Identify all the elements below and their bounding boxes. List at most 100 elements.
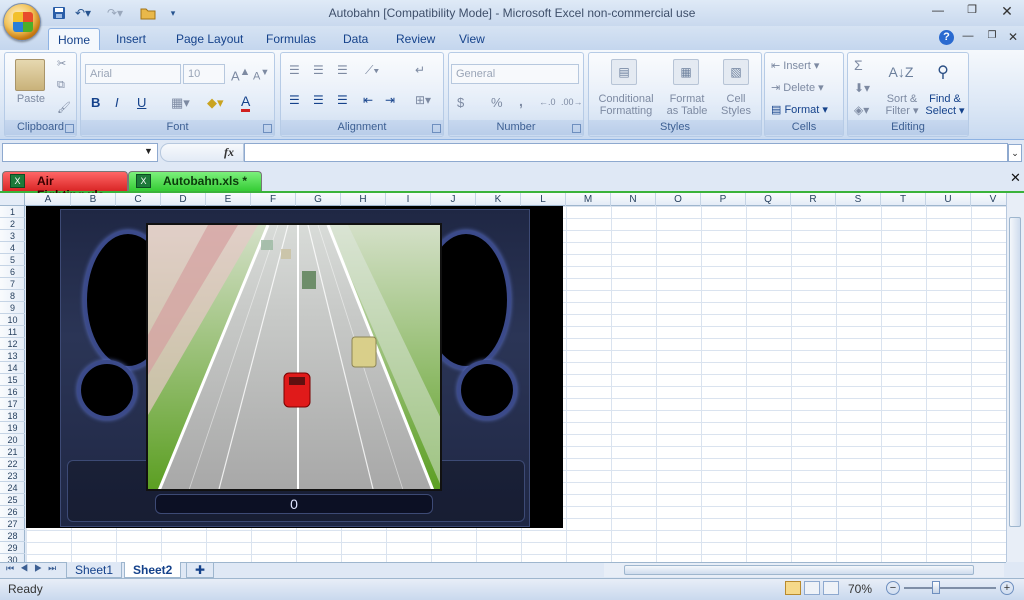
align-right-icon[interactable]: ☰ [337,93,348,107]
column-header[interactable]: L [521,193,566,206]
row-header[interactable]: 17 [0,398,25,410]
expand-formula-icon[interactable]: ⌄ [1008,144,1022,162]
zoom-in-icon[interactable]: + [1000,581,1014,595]
currency-button[interactable]: $ [457,95,464,110]
number-launcher-icon[interactable] [572,124,581,133]
sort-filter-icon[interactable]: A↓Z [888,59,914,85]
horizontal-scrollbar[interactable] [604,563,1004,577]
workbook-minimize-icon[interactable]: — [958,30,978,46]
column-header[interactable]: S [836,193,881,206]
sheet-nav-icons[interactable]: ⏮◀▶⏭ [6,563,62,574]
orientation-icon[interactable]: ⟋▾ [365,63,379,78]
column-header[interactable]: O [656,193,701,206]
number-format-select[interactable]: General [451,64,579,84]
vscroll-thumb[interactable] [1009,217,1021,527]
clipboard-launcher-icon[interactable] [65,124,74,133]
row-header[interactable]: 16 [0,386,25,398]
page-layout-view-icon[interactable] [804,581,820,595]
name-box-dropdown-icon[interactable]: ▼ [144,146,153,156]
row-header[interactable]: 19 [0,422,25,434]
zoom-slider-thumb[interactable] [932,581,940,594]
bold-button[interactable]: B [91,95,100,110]
workbook-restore-icon[interactable]: ❐ [982,30,1002,46]
copy-icon[interactable]: ⧉ [57,79,65,92]
name-box[interactable] [2,143,158,162]
tab-formulas[interactable]: Formulas [256,28,326,50]
row-header[interactable]: 14 [0,362,25,374]
select-all-corner[interactable] [0,193,25,206]
conditional-formatting-button[interactable]: Conditional Formatting [591,93,661,117]
column-header[interactable]: I [386,193,431,206]
sheet-tab-sheet2[interactable]: Sheet2 [124,562,182,578]
font-name-select[interactable]: Arial [85,64,181,84]
insert-function-button[interactable]: fx [224,145,234,160]
tab-insert[interactable]: Insert [106,28,156,50]
shrink-font-icon[interactable]: A▼ [253,67,269,83]
row-header[interactable]: 21 [0,446,25,458]
zoom-level[interactable]: 70% [848,582,872,596]
align-left-icon[interactable]: ☰ [289,93,300,107]
column-header[interactable]: G [296,193,341,206]
game-canvas[interactable]: 0 [26,206,563,528]
find-select-button[interactable]: Find & Select ▾ [924,93,966,117]
insert-sheet-icon[interactable]: ✚ [186,562,215,578]
close-workbook-tab-icon[interactable]: ✕ [1010,170,1021,186]
row-header[interactable]: 5 [0,254,25,266]
merge-center-icon[interactable]: ⊞▾ [415,93,431,107]
zoom-slider-track[interactable] [904,587,996,589]
column-header[interactable]: M [566,193,611,206]
tab-page-layout[interactable]: Page Layout [166,28,253,50]
row-header[interactable]: 22 [0,458,25,470]
column-header[interactable]: R [791,193,836,206]
comma-button[interactable]: , [519,93,523,109]
format-cells-button[interactable]: ▤ Format ▾ [771,103,841,116]
row-header[interactable]: 6 [0,266,25,278]
sort-filter-button[interactable]: Sort & Filter ▾ [882,93,922,117]
align-bottom-icon[interactable]: ☰ [337,63,348,77]
close-icon[interactable]: ✕ [997,3,1017,19]
increase-indent-icon[interactable]: ⇥ [385,93,395,107]
row-header[interactable]: 8 [0,290,25,302]
wrap-text-icon[interactable]: ↵ [415,63,425,77]
column-header[interactable]: A [26,193,71,206]
delete-cells-button[interactable]: ⇥ Delete ▾ [771,81,841,94]
insert-cells-button[interactable]: ⇤ Insert ▾ [771,59,841,72]
row-header[interactable]: 2 [0,218,25,230]
cut-icon[interactable]: ✂ [57,57,66,70]
sheet-tab-sheet1[interactable]: Sheet1 [66,562,123,578]
restore-icon[interactable]: ❐ [962,3,982,19]
align-middle-icon[interactable]: ☰ [313,63,324,77]
increase-decimal-icon[interactable]: ←.0 [539,97,556,107]
zoom-out-icon[interactable]: − [886,581,900,595]
normal-view-icon[interactable] [785,581,801,595]
row-header[interactable]: 11 [0,326,25,338]
workbook-close-icon[interactable]: ✕ [1003,30,1023,46]
binoculars-icon[interactable]: ⚲ [930,59,956,85]
paste-icon[interactable] [15,59,45,91]
fill-icon[interactable]: ⬇▾ [854,81,870,95]
cell-styles-button[interactable]: Cell Styles [715,93,757,117]
tab-data[interactable]: Data [333,28,378,50]
autosum-button[interactable]: Σ [854,57,863,73]
underline-button[interactable]: U [137,95,146,110]
row-header[interactable]: 29 [0,542,25,554]
column-header[interactable]: J [431,193,476,206]
percent-button[interactable]: % [491,95,503,110]
row-header[interactable]: 20 [0,434,25,446]
row-header[interactable]: 27 [0,518,25,530]
font-color-icon[interactable]: A [241,93,251,112]
row-header[interactable]: 23 [0,470,25,482]
italic-button[interactable]: I [115,95,119,110]
vertical-scrollbar[interactable] [1006,193,1024,562]
row-header[interactable]: 1 [0,206,25,218]
formula-input[interactable] [244,143,1008,162]
alignment-launcher-icon[interactable] [432,124,441,133]
row-header[interactable]: 24 [0,482,25,494]
decrease-decimal-icon[interactable]: .00→ [561,97,583,107]
column-header[interactable]: D [161,193,206,206]
conditional-formatting-icon[interactable]: ▤ [611,59,637,85]
row-header[interactable]: 9 [0,302,25,314]
align-center-icon[interactable]: ☰ [313,93,324,107]
column-header[interactable]: C [116,193,161,206]
row-header[interactable]: 15 [0,374,25,386]
